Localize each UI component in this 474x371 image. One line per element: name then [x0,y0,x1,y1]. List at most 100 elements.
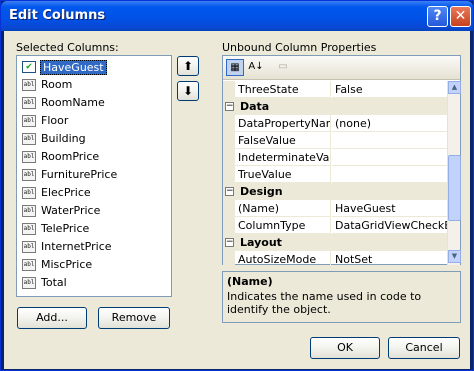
title-bar[interactable]: Edit Columns ? ✕ [1,1,473,31]
property-name: AutoSizeMode [235,251,331,265]
list-item-label: Total [41,276,67,289]
property-name: TrueValue [235,166,331,183]
property-grid-scrollbar[interactable]: ▲ ▼ [447,81,461,265]
row-gutter [223,81,235,98]
list-item[interactable]: abl RoomPrice [20,148,168,166]
add-button[interactable]: Add... [17,307,87,329]
list-item[interactable]: abl Room [20,76,168,94]
arrow-down-icon: ⬇ [182,84,194,98]
textbox-icon: abl [22,223,36,235]
property-rows: ThreeStateFalse−DataDataPropertyName(non… [223,81,447,265]
window-title: Edit Columns [9,8,106,23]
scroll-up-icon[interactable]: ▲ [448,81,461,94]
ok-button[interactable]: OK [310,337,380,359]
list-item[interactable]: abl TelePrice [20,220,168,238]
property-row[interactable]: DataPropertyName(none) [223,115,447,132]
property-row[interactable]: IndeterminateValue [223,149,447,166]
list-item-label: HaveGuest [40,60,107,75]
property-name: DataPropertyName [235,115,331,132]
property-name: (Name) [235,200,331,217]
selected-columns-label: Selected Columns: [16,41,119,54]
remove-button[interactable]: Remove [98,307,170,329]
category-row[interactable]: − Layout [223,234,447,251]
list-item-label: Floor [41,114,69,127]
property-row[interactable]: AutoSizeMode NotSet [223,251,447,265]
list-item[interactable]: abl Floor [20,112,168,130]
property-value[interactable]: False [332,81,447,98]
category-label: Data [240,100,270,113]
list-item[interactable]: abl RoomName [20,94,168,112]
row-gutter [223,166,235,183]
textbox-icon: abl [22,205,36,217]
list-item[interactable]: abl Building [20,130,168,148]
property-grid: ▦ A↓ ▭ ThreeState False − Data DataPropertyN… [222,55,461,265]
list-item-label: TelePrice [41,222,90,235]
close-button[interactable]: ✕ [450,6,471,27]
property-value[interactable] [332,166,447,183]
textbox-icon: abl [22,79,36,91]
textbox-icon: abl [22,277,36,289]
textbox-icon: abl [22,259,36,271]
category-row[interactable]: − Data [223,98,447,115]
edit-columns-dialog: Edit Columns ? ✕ Selected Columns: ✔ Have… [0,0,474,371]
property-name: IndeterminateValue [235,149,331,166]
checkbox-icon: ✔ [22,61,36,73]
list-item-label: RoomPrice [41,150,100,163]
list-item-label: WaterPrice [41,204,101,217]
categorized-icon[interactable]: ▦ [226,59,244,76]
dialog-body: Selected Columns: ✔ HaveGuest abl Room abl Ro… [4,31,470,369]
description-title: (Name) [227,275,273,288]
textbox-icon: abl [22,187,36,199]
property-value[interactable] [332,132,447,149]
property-grid-toolbar: ▦ A↓ ▭ [223,56,460,80]
property-value[interactable]: (none) [332,115,447,132]
collapse-icon[interactable]: − [225,238,234,247]
property-pages-icon[interactable]: ▭ [274,59,292,76]
textbox-icon: abl [22,133,36,145]
collapse-icon[interactable]: − [225,187,234,196]
property-row[interactable]: (Name) HaveGuest [223,200,447,217]
list-item[interactable]: abl MiscPrice [20,256,168,274]
property-value[interactable]: NotSet [332,251,447,265]
category-label: Layout [240,236,282,249]
list-item[interactable]: ✔ HaveGuest [20,58,168,76]
row-gutter [223,217,235,234]
list-item-label: ElecPrice [41,186,91,199]
textbox-icon: abl [22,97,36,109]
scroll-thumb[interactable] [448,155,461,221]
row-gutter [223,200,235,217]
row-gutter [223,115,235,132]
list-item-label: MiscPrice [41,258,93,271]
property-row[interactable]: TrueValue [223,166,447,183]
list-item[interactable]: abl FurniturePrice [20,166,168,184]
property-row[interactable]: ColumnTypeDataGridViewCheckBoxColumn [223,217,447,234]
property-value[interactable]: DataGridViewCheckBoxColumn [332,217,447,234]
property-row[interactable]: FalseValue [223,132,447,149]
property-name: FalseValue [235,132,331,149]
property-name: ColumnType [235,217,331,234]
description-text: Indicates the name used in code to ident… [227,290,422,316]
list-item[interactable]: abl WaterPrice [20,202,168,220]
property-row[interactable]: ThreeState False [223,81,447,98]
property-name: ThreeState [235,81,331,98]
textbox-icon: abl [22,241,36,253]
collapse-icon[interactable]: − [225,102,234,111]
property-value[interactable]: HaveGuest [332,200,447,217]
row-gutter [223,251,235,265]
move-up-button[interactable]: ⬆ [177,56,199,76]
list-item-label: InternetPrice [41,240,112,253]
alphabetical-icon[interactable]: A↓ [247,59,265,76]
textbox-icon: abl [22,151,36,163]
list-item[interactable]: abl ElecPrice [20,184,168,202]
property-value[interactable] [332,149,447,166]
description-panel: (Name) Indicates the name used in code t… [222,271,461,323]
row-gutter [223,149,235,166]
list-item[interactable]: abl Total [20,274,168,292]
scroll-down-icon[interactable]: ▼ [448,250,461,263]
category-row[interactable]: − Design [223,183,447,200]
move-down-button[interactable]: ⬇ [177,81,199,101]
help-button[interactable]: ? [427,6,448,27]
list-item[interactable]: abl InternetPrice [20,238,168,256]
cancel-button[interactable]: Cancel [388,337,460,359]
selected-columns-list[interactable]: ✔ HaveGuest abl Room abl RoomName abl Floor abl B… [16,55,172,297]
